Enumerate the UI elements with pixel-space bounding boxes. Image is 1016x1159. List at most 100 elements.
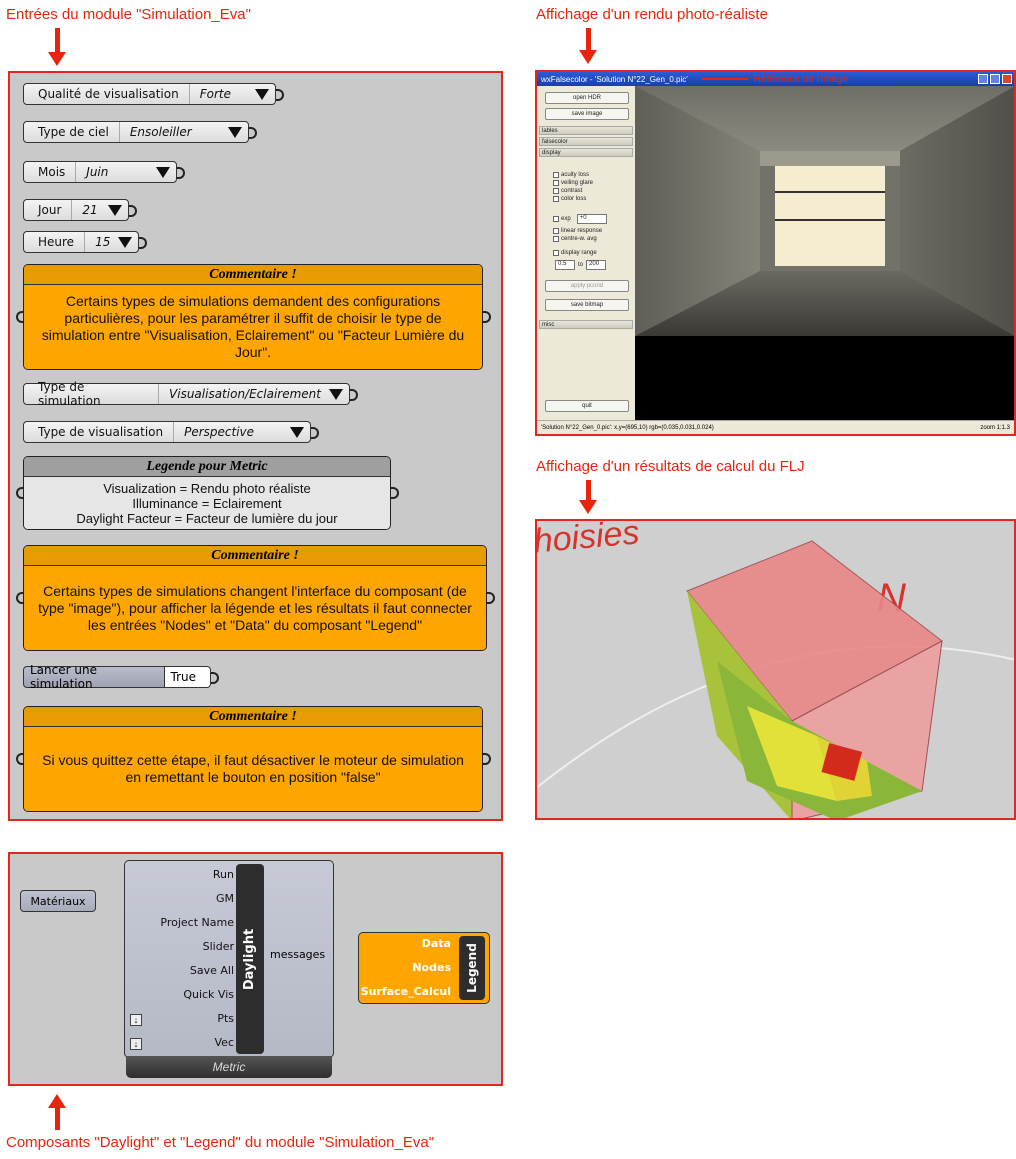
daylight-input-pts[interactable]: Pts [217, 1012, 234, 1025]
chevron-down-icon[interactable] [108, 204, 122, 216]
partial-heading: choisies [537, 521, 641, 562]
sky-list[interactable]: Type de ciel Ensoleiller [23, 121, 249, 143]
simulation-type-list[interactable]: Type de simulation Visualisation/Eclaire… [23, 380, 350, 408]
daylight-component[interactable]: Run GM Project Name Slider Save All Quic… [124, 860, 334, 1092]
visualisation-type-value: Perspective [184, 425, 255, 439]
comment-text: Si vous quittez cette étape, il faut dés… [24, 727, 482, 811]
checkbox-centre[interactable]: centre-w. avg [553, 236, 597, 242]
checkbox-acuity[interactable]: acuity loss [553, 172, 589, 178]
daylight-input-vec[interactable]: Vec [215, 1036, 235, 1049]
simulation-toggle[interactable]: Lancer une simulation True [23, 663, 211, 691]
hour-list[interactable]: Heure 15 [23, 231, 139, 253]
arrow-components [55, 1106, 60, 1130]
daylight-input-save-all[interactable]: Save All [190, 964, 234, 977]
flj-viewport: choisies N [535, 519, 1016, 820]
checkbox-veiling[interactable]: veiling glare [553, 180, 593, 186]
open-hdr-button[interactable]: open HDR [545, 92, 629, 104]
input-grip[interactable] [16, 487, 24, 499]
input-grip[interactable] [16, 753, 24, 765]
section-misc[interactable]: misc [539, 320, 633, 329]
quality-list[interactable]: Qualité de visualisation Forte [23, 83, 276, 105]
daylight-footer: Metric [126, 1056, 332, 1078]
day-label: Jour [24, 200, 73, 220]
arrow-head-render [579, 50, 597, 64]
hour-label: Heure [24, 232, 86, 252]
falsecolor-window: wxFalsecolor - 'Solution N°22_Gen_0.pic'… [535, 70, 1016, 436]
arrow-flj [586, 480, 591, 502]
month-value: Juin [86, 165, 109, 179]
caption-inputs: Entrées du module "Simulation_Eva" [6, 6, 251, 23]
daylight-input-slider[interactable]: Slider [203, 940, 234, 953]
daylight-output[interactable]: messages [270, 948, 325, 961]
legend-line: Daylight Facteur = Facteur de lumière du… [76, 510, 338, 526]
chevron-down-icon[interactable] [290, 426, 304, 438]
day-list[interactable]: Jour 21 [23, 199, 129, 221]
comment-panel-2[interactable]: Commentaire ! Certains types de simulati… [23, 545, 487, 651]
vec-down-icon[interactable]: ↓ [130, 1038, 142, 1050]
legend-input-surface[interactable]: Surface_Calcul [361, 985, 451, 998]
checkbox-color-loss[interactable]: color loss [553, 196, 586, 202]
comment-text: Certains types de simulations demandent … [24, 285, 482, 369]
daylight-input-quick-vis[interactable]: Quick Vis [183, 988, 234, 1001]
maximize-icon[interactable] [990, 74, 1000, 84]
chevron-down-icon[interactable] [118, 236, 133, 248]
chevron-down-icon[interactable] [228, 126, 242, 138]
caption-flj: Affichage d'un résultats de calcul du FL… [536, 458, 805, 475]
section-display[interactable]: display [539, 148, 633, 157]
comment-text: Certains types de simulations changent l… [24, 566, 486, 650]
pts-down-icon[interactable]: ↓ [130, 1014, 142, 1026]
window-title: wxFalsecolor - 'Solution N°22_Gen_0.pic' [541, 74, 688, 84]
legend-input-nodes[interactable]: Nodes [412, 961, 451, 974]
checkbox-range[interactable]: display range [553, 250, 597, 256]
apply-pcond-button[interactable]: apply pcond [545, 280, 629, 292]
legend-panel-body: Visualization = Rendu photo réaliste Ill… [24, 477, 390, 529]
input-grip[interactable] [16, 592, 24, 604]
legend-name: Legend [465, 943, 479, 993]
legend-panel[interactable]: Legende pour Metric Visualization = Rend… [23, 456, 391, 530]
arrow-render [586, 28, 591, 52]
rendered-view [635, 86, 1014, 423]
simulation-type-label: Type de simulation [24, 380, 160, 408]
minimize-icon[interactable] [978, 74, 988, 84]
close-icon[interactable] [1002, 74, 1012, 84]
flj-svg: choisies N [537, 521, 1014, 818]
save-image-button[interactable]: save image [545, 108, 629, 120]
legend-panel-title: Legende pour Metric [24, 457, 390, 477]
materials-param[interactable]: Matériaux [20, 890, 96, 912]
visualisation-type-label: Type de visualisation [24, 422, 175, 442]
image-reference-annotation: Référence de l'image [753, 73, 848, 85]
range-max-field[interactable]: 200 [586, 260, 607, 270]
checkbox-linear[interactable]: linear response [553, 228, 602, 234]
legend-input-data[interactable]: Data [422, 937, 451, 950]
window-titlebar[interactable]: wxFalsecolor - 'Solution N°22_Gen_0.pic'… [537, 72, 1014, 86]
checkbox-contrast[interactable]: contrast [553, 188, 582, 194]
arrow-head-flj [579, 500, 597, 514]
status-bar: 'Solution N°22_Gen_0.pic': x,y=(695,10) … [537, 420, 1014, 434]
status-text: 'Solution N°22_Gen_0.pic': x,y=(695,10) … [541, 424, 714, 431]
chevron-down-icon[interactable] [329, 388, 343, 400]
chevron-down-icon[interactable] [156, 166, 170, 178]
comment-panel-3[interactable]: Commentaire ! Si vous quittez cette étap… [23, 706, 483, 812]
legend-name-bar: Legend [459, 936, 485, 1000]
visualisation-type-list[interactable]: Type de visualisation Perspective [23, 421, 311, 443]
comment-panel-1[interactable]: Commentaire ! Certains types de simulati… [23, 264, 483, 370]
daylight-input-run[interactable]: Run [213, 868, 234, 881]
checkbox-exp[interactable]: exp +0 [553, 214, 607, 224]
month-list[interactable]: Mois Juin [23, 161, 177, 183]
month-label: Mois [24, 162, 77, 182]
legend-component[interactable]: Data Nodes Surface_Calcul Legend [358, 932, 490, 1004]
daylight-input-gm[interactable]: GM [216, 892, 234, 905]
materials-label: Matériaux [30, 894, 86, 908]
section-falsecolor[interactable]: falsecolor [539, 137, 633, 146]
save-bitmap-button[interactable]: save bitmap [545, 299, 629, 311]
input-grip[interactable] [16, 311, 24, 323]
range-min-field[interactable]: 0.5 [555, 260, 575, 270]
section-lables[interactable]: lables [539, 126, 633, 135]
daylight-input-project-name[interactable]: Project Name [160, 916, 234, 929]
toggle-value[interactable]: True [164, 666, 211, 688]
simulation-type-value: Visualisation/Eclairement [169, 387, 321, 401]
chevron-down-icon[interactable] [255, 88, 269, 100]
exp-field[interactable]: +0 [576, 214, 607, 224]
quit-button[interactable]: quit [545, 400, 629, 412]
day-value: 21 [82, 203, 98, 217]
